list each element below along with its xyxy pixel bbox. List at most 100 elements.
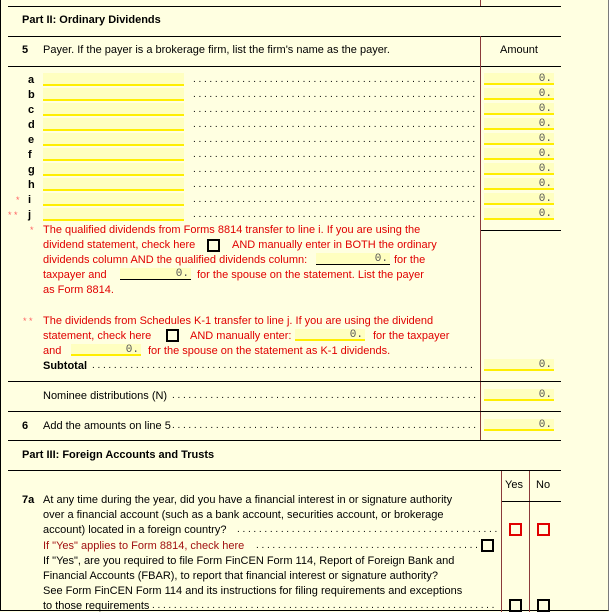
fbar-line4: to those requirements	[43, 600, 150, 612]
payer-amount-input[interactable]: 0.	[484, 133, 554, 145]
note1-line3a: dividends column AND the qualified divid…	[43, 254, 308, 266]
form8814-label: If "Yes" applies to Form 8814, check her…	[43, 540, 245, 552]
line5-text: Payer. If the payer is a brokerage firm,…	[43, 44, 390, 56]
leader-dots: ........................................…	[152, 600, 497, 611]
line6-label: Add the amounts on line 5	[43, 420, 171, 432]
divider	[8, 66, 561, 67]
leader-dots: ........................................…	[193, 74, 477, 85]
payer-amount-input[interactable]: 0.	[484, 88, 554, 100]
payer-letter: i	[28, 194, 32, 206]
leader-dots: ........................................…	[193, 194, 477, 205]
note1-line1: The qualified dividends from Forms 8814 …	[43, 224, 421, 236]
part3-title: Part III: Foreign Accounts and Trusts	[22, 449, 215, 461]
note1-dividend-statement-checkbox[interactable]	[207, 239, 220, 252]
note2-taxpayer-amount-input[interactable]: 0.	[295, 329, 365, 341]
no-header: No	[536, 479, 551, 491]
fbar-line3: See Form FinCEN Form 114 and its instruc…	[43, 585, 463, 597]
line7a-number: 7a	[22, 494, 35, 506]
payer-amount-input[interactable]: 0.	[484, 73, 554, 85]
payer-amount-input[interactable]: 0.	[484, 118, 554, 130]
column-divider	[480, 0, 481, 6]
note2-line2c: for the taxpayer	[373, 330, 450, 342]
note1-line2b: AND manually enter in BOTH the ordinary	[232, 239, 437, 251]
line7a-no-checkbox[interactable]	[537, 523, 550, 536]
payer-amount-input[interactable]: 0.	[484, 103, 554, 115]
divider	[8, 36, 561, 37]
fbar-no-checkbox[interactable]	[537, 599, 550, 612]
payer-name-input[interactable]	[43, 73, 184, 86]
payer-amount-input[interactable]: 0.	[484, 163, 554, 175]
divider	[8, 440, 561, 441]
note1-spouse-amount-input[interactable]: 0.	[120, 268, 191, 280]
nominee-amount-input[interactable]: 0.	[484, 389, 554, 401]
payer-amount-input[interactable]: 0.	[484, 178, 554, 190]
payer-name-input[interactable]	[43, 133, 184, 146]
payer-name-input[interactable]	[43, 103, 184, 116]
divider	[502, 501, 561, 502]
note1-line2a: dividend statement, check here	[43, 239, 196, 251]
payer-name-input[interactable]	[43, 88, 184, 101]
line5-number: 5	[22, 44, 29, 56]
note2-spouse-amount-input[interactable]: 0.	[71, 344, 141, 356]
nominee-label[interactable]: Nominee distributions (N)	[43, 390, 167, 402]
payer-name-input[interactable]	[43, 178, 184, 191]
payer-name-input[interactable]	[43, 193, 184, 206]
divider	[8, 411, 561, 412]
note2-line3a: and	[43, 345, 62, 357]
leader-dots: ........................................…	[193, 164, 477, 175]
payer-amount-input[interactable]: 0.	[484, 193, 554, 205]
payer-name-input[interactable]	[43, 118, 184, 131]
payer-letter: g	[28, 164, 35, 176]
leader-dots: ........................................…	[193, 119, 477, 130]
line7a-yes-checkbox[interactable]	[509, 523, 522, 536]
divider	[8, 381, 561, 382]
note1-taxpayer-amount-input[interactable]: 0.	[316, 253, 390, 265]
leader-dots: ........................................…	[193, 149, 477, 160]
leader-dots: ........................................…	[237, 524, 497, 535]
line7a-line1: At any time during the year, did you hav…	[43, 494, 453, 506]
payer-letter: f	[28, 149, 32, 161]
leader-dots: ........................................…	[172, 420, 476, 431]
note1-line3b: for the	[394, 254, 426, 266]
divider	[8, 470, 561, 471]
leader-dots: ........................................…	[193, 134, 477, 145]
payer-amount-input[interactable]: 0.	[484, 148, 554, 160]
payer-name-input[interactable]	[43, 163, 184, 176]
line7a-line3: account) located in a foreign country?	[43, 524, 227, 536]
payer-letter: a	[28, 74, 35, 86]
note2-line2b: AND manually enter:	[190, 330, 292, 342]
subtotal-amount: 0.	[484, 359, 554, 371]
payer-letter: c	[28, 104, 35, 116]
fbar-line2: Financial Accounts (FBAR), to report tha…	[43, 570, 438, 582]
note2-line3b: for the spouse on the statement as K-1 d…	[148, 345, 391, 357]
line6-amount: 0.	[484, 419, 554, 431]
payer-letter: h	[28, 179, 35, 191]
payer-star: *	[16, 195, 20, 205]
leader-dots: ........................................…	[193, 209, 477, 220]
amount-column-divider	[480, 36, 481, 440]
yes-header: Yes	[505, 479, 523, 491]
divider	[8, 6, 561, 7]
leader-dots: ........................................…	[193, 89, 477, 100]
payer-amount-input[interactable]: 0.	[484, 208, 554, 220]
payer-letter: b	[28, 89, 35, 101]
line7a-line2: over a financial account (such as a bank…	[43, 509, 444, 521]
payer-name-input[interactable]	[43, 208, 184, 221]
note2-dividend-statement-checkbox[interactable]	[166, 329, 179, 342]
amount-header: Amount	[500, 44, 538, 56]
note1-star: *	[30, 225, 34, 235]
no-column-divider	[529, 471, 530, 612]
fbar-yes-checkbox[interactable]	[509, 599, 522, 612]
payer-letter: j	[28, 209, 32, 221]
payer-name-input[interactable]	[43, 148, 184, 161]
form8814-checkbox[interactable]	[481, 539, 494, 552]
note2-line2a: statement, check here	[43, 330, 152, 342]
leader-dots: ........................................…	[256, 540, 478, 551]
note1-line5: as Form 8814.	[43, 284, 114, 296]
leader-dots: ........................................…	[92, 360, 476, 371]
payer-letter: d	[28, 119, 35, 131]
leader-dots: ........................................…	[172, 390, 476, 401]
payer-letter: e	[28, 134, 35, 146]
leader-dots: ........................................…	[193, 104, 477, 115]
payer-star: * *	[8, 210, 18, 220]
